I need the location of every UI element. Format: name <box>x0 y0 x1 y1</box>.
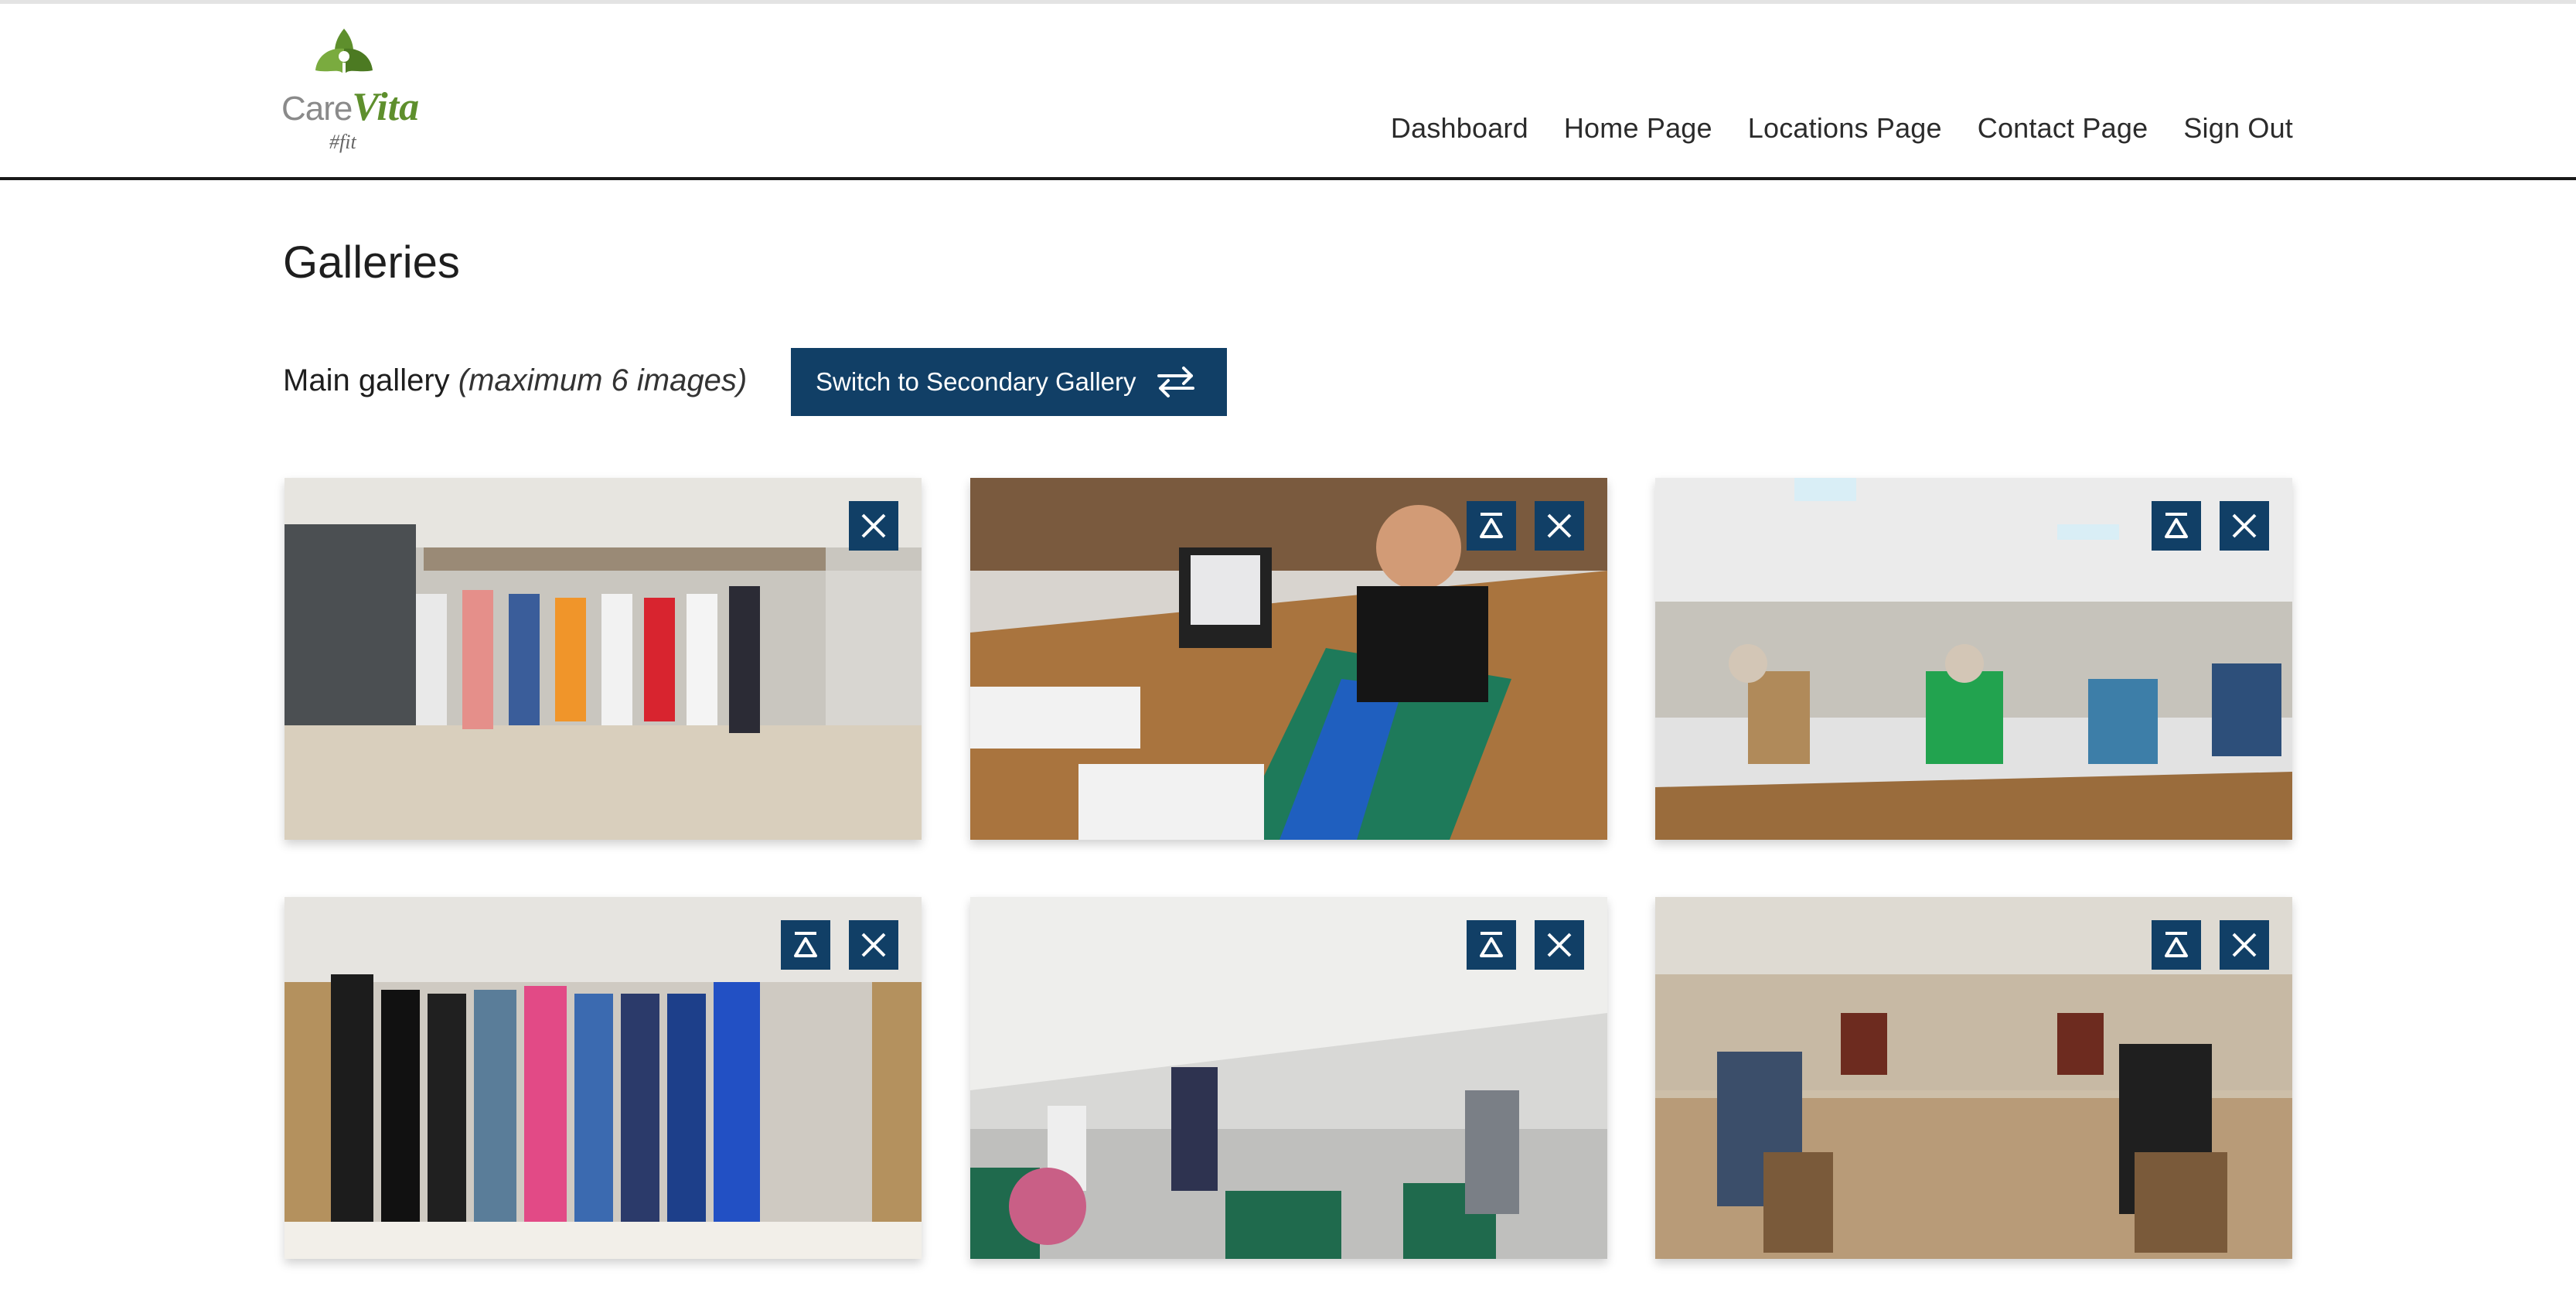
move-to-top-button[interactable] <box>781 920 830 970</box>
gallery-image-1[interactable] <box>285 478 922 840</box>
nav-dashboard[interactable]: Dashboard <box>1391 112 1528 145</box>
carevita-logo[interactable]: CareVita #fit <box>281 27 419 159</box>
move-top-icon <box>1480 513 1503 538</box>
gallery-image-5[interactable] <box>970 897 1607 1259</box>
gallery-image-4[interactable] <box>285 897 922 1259</box>
delete-image-button[interactable] <box>1535 501 1584 551</box>
logo-wordmark: CareVita <box>281 85 420 129</box>
gallery-note: (maximum 6 images) <box>458 363 748 397</box>
delete-image-button[interactable] <box>2220 920 2269 970</box>
main-nav: Dashboard Home Page Locations Page Conta… <box>1355 112 2293 145</box>
switch-gallery-button[interactable]: Switch to Secondary Gallery <box>791 348 1227 416</box>
switch-gallery-label: Switch to Secondary Gallery <box>816 367 1136 396</box>
move-top-icon <box>1480 932 1503 957</box>
close-icon <box>2232 933 2257 957</box>
close-icon <box>861 513 886 538</box>
move-to-top-button[interactable] <box>2152 920 2201 970</box>
swap-arrows-icon <box>1157 367 1194 397</box>
nav-contact-page[interactable]: Contact Page <box>1978 112 2148 145</box>
header-divider <box>0 177 2576 180</box>
nav-locations-page[interactable]: Locations Page <box>1748 112 1942 145</box>
gallery-image-3[interactable] <box>1655 478 2292 840</box>
move-top-icon <box>2165 932 2188 957</box>
gallery-image-6[interactable] <box>1655 897 2292 1259</box>
gallery-image-2[interactable] <box>970 478 1607 840</box>
gallery-name: Main gallery <box>283 363 450 397</box>
move-to-top-button[interactable] <box>1467 920 1516 970</box>
move-top-icon <box>794 932 817 957</box>
close-icon <box>2232 513 2257 538</box>
nav-home-page[interactable]: Home Page <box>1564 112 1712 145</box>
page-title: Galleries <box>283 237 460 288</box>
delete-image-button[interactable] <box>849 501 898 551</box>
move-to-top-button[interactable] <box>2152 501 2201 551</box>
move-top-icon <box>2165 513 2188 538</box>
site-header: CareVita #fit Dashboard Home Page Locati… <box>0 4 2576 178</box>
move-to-top-button[interactable] <box>1467 501 1516 551</box>
gallery-photo <box>285 478 922 840</box>
close-icon <box>861 933 886 957</box>
delete-image-button[interactable] <box>849 920 898 970</box>
close-icon <box>1547 933 1572 957</box>
logo-tagline: #fit <box>329 131 356 153</box>
delete-image-button[interactable] <box>2220 501 2269 551</box>
close-icon <box>1547 513 1572 538</box>
delete-image-button[interactable] <box>1535 920 1584 970</box>
nav-sign-out[interactable]: Sign Out <box>2183 112 2293 145</box>
gallery-label: Main gallery (maximum 6 images) <box>283 363 747 398</box>
leaf-logo-icon <box>315 29 373 77</box>
